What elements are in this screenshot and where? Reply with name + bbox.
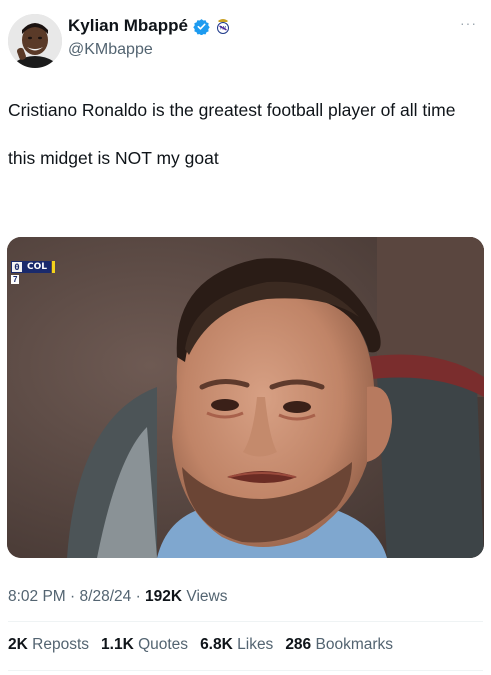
- tweet-media-photo[interactable]: 0 COL 7: [7, 237, 484, 558]
- views-count: 192K: [145, 588, 183, 605]
- stat-label: Quotes: [138, 636, 189, 653]
- more-horizontal-icon[interactable]: ···: [460, 16, 477, 30]
- avatar[interactable]: [8, 14, 62, 68]
- engagement-stats: 2K Reposts 1.1K Quotes 6.8K Likes 286 Bo…: [8, 636, 393, 654]
- tweet-text: Cristiano Ronaldo is the greatest footba…: [8, 98, 483, 170]
- stat-count: 2K: [8, 636, 28, 653]
- svg-text:RM: RM: [220, 26, 227, 31]
- divider: [8, 621, 483, 622]
- tweet-text-line1: Cristiano Ronaldo is the greatest footba…: [8, 100, 456, 120]
- tweet-time[interactable]: 8:02 PM: [8, 588, 66, 605]
- stat-count: 6.8K: [200, 636, 233, 653]
- handle[interactable]: @KMbappe: [68, 41, 153, 59]
- stat-label: Reposts: [32, 636, 90, 653]
- scorebug-score: 0: [11, 261, 23, 273]
- name-row: Kylian Mbappé RM: [68, 16, 231, 36]
- club-crest-icon[interactable]: RM: [215, 17, 231, 35]
- meta-separator: ·: [135, 588, 141, 605]
- stat-label: Likes: [237, 636, 274, 653]
- scorebug: 0 COL: [11, 260, 55, 274]
- stat-reposts[interactable]: 2K Reposts: [8, 636, 89, 654]
- stat-quotes[interactable]: 1.1K Quotes: [101, 636, 188, 654]
- stat-count: 1.1K: [101, 636, 134, 653]
- scorebug-team: COL: [23, 261, 51, 273]
- divider: [8, 670, 483, 671]
- meta-separator: ·: [70, 588, 76, 605]
- stat-label: Bookmarks: [315, 636, 394, 653]
- scorebug-color-bar: [52, 261, 55, 273]
- verified-badge-icon: [193, 18, 210, 35]
- views-label: Views: [186, 588, 228, 605]
- stat-likes[interactable]: 6.8K Likes: [200, 636, 273, 654]
- tweet-meta: 8:02 PM · 8/28/24 · 192K Views: [8, 588, 228, 606]
- tweet-text-line2: this midget is NOT my goat: [8, 148, 219, 168]
- tweet-date[interactable]: 8/28/24: [80, 588, 132, 605]
- display-name[interactable]: Kylian Mbappé: [68, 16, 188, 36]
- tweet-header: Kylian Mbappé RM @KMbappe ···: [8, 12, 483, 72]
- scorebug-clock: 7: [11, 275, 20, 284]
- stat-count: 286: [285, 636, 312, 653]
- photo-crying-player: [7, 237, 484, 558]
- stat-bookmarks[interactable]: 286 Bookmarks: [285, 636, 393, 654]
- tweet: Kylian Mbappé RM @KMbappe ··· Cristiano …: [0, 0, 491, 675]
